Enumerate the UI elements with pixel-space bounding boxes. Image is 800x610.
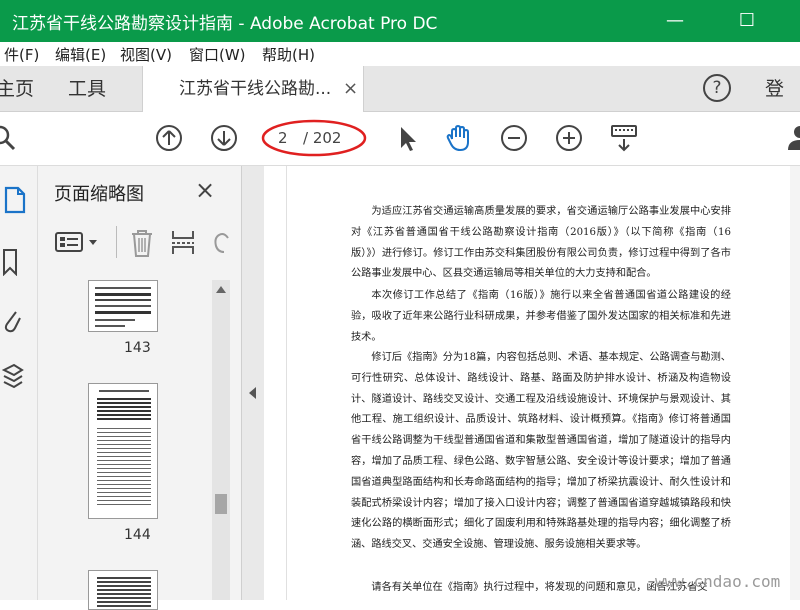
divider [116,226,117,258]
next-page-icon[interactable] [208,122,240,154]
help-icon[interactable]: ? [703,74,731,102]
watermark: www.cndao.com [655,572,781,591]
keyboard-icon[interactable] [608,122,640,154]
page-thumbnails-icon[interactable] [4,186,26,214]
thumbnail-label-144: 144 [124,527,151,543]
title-bar: 江苏省干线公路勘察设计指南 - Adobe Acrobat Pro DC — ☐ [0,0,800,42]
tab-tools[interactable]: 工具 [68,66,106,112]
thumbnail-panel: 页面缩略图 × 143 144 [38,166,242,610]
layers-icon[interactable] [2,362,24,390]
minimize-button[interactable]: — [660,8,690,34]
tab-document[interactable]: 江苏省干线公路勘... × [142,66,364,113]
panel-title: 页面缩略图 [54,184,144,205]
zoom-in-icon[interactable] [553,122,585,154]
menu-help[interactable]: 帮助(H) [262,44,315,65]
thumbnail-page-144[interactable] [88,383,158,519]
tab-bar: 主页 工具 江苏省干线公路勘... × ? 登录 [0,66,800,146]
menu-file[interactable]: 件(F) [4,44,39,65]
scrollbar-thumb[interactable] [215,494,227,514]
left-rail [0,166,38,600]
panel-collapse-handle[interactable] [242,166,264,600]
menu-window[interactable]: 窗口(W) [189,44,246,65]
delete-icon[interactable] [129,228,155,258]
menu-edit[interactable]: 编辑(E) [55,44,106,65]
document-paragraph-2: 本次修订工作总结了《指南（16版）》施行以来全省普通国省道公路建设的经验，吸收了… [351,290,731,343]
menu-bar: 件(F) 编辑(E) 视图(V) 窗口(W) 帮助(H) [0,42,800,66]
tab-document-label: 江苏省干线公路勘... [179,79,332,99]
document-scrollbar[interactable] [790,166,800,600]
options-menu-icon[interactable] [54,230,100,254]
thumbnail-page-next[interactable] [88,570,158,610]
scroll-up-icon[interactable] [215,284,227,294]
document-paragraph-1: 为适应江苏省交通运输高质量发展的要求，省交通运输厅公路事业发展中心安排对《江苏省… [351,206,731,280]
extract-pages-icon[interactable] [170,228,196,258]
zoom-out-icon[interactable] [498,122,530,154]
collapse-arrow-icon[interactable] [247,386,257,400]
login-button[interactable]: 登录 [765,66,800,146]
maximize-button[interactable]: ☐ [732,8,762,34]
select-cursor-icon[interactable] [393,122,425,154]
toolbar [0,112,800,166]
thumbnail-page-143[interactable] [88,280,158,332]
document-paragraph-3: 修订后《指南》分为18篇，内容包括总则、术语、基本规定、公路调查与勘测、可行性研… [351,352,731,551]
rotate-icon[interactable] [210,228,232,258]
menu-view[interactable]: 视图(V) [120,44,172,65]
thumbnail-label-143: 143 [124,340,151,356]
panel-close-button[interactable]: × [195,176,215,204]
hand-tool-icon[interactable] [443,122,475,154]
bookmark-icon[interactable] [2,248,18,276]
window-title: 江苏省干线公路勘察设计指南 - Adobe Acrobat Pro DC [12,14,438,34]
attachment-icon[interactable] [2,306,22,334]
annotation-ellipse [261,119,367,157]
previous-page-icon[interactable] [153,122,185,154]
comment-icon[interactable] [784,122,800,154]
document-view[interactable]: 为适应江苏省交通运输高质量发展的要求，省交通运输厅公路事业发展中心安排对《江苏省… [264,166,800,600]
scrollbar-track[interactable] [212,280,230,600]
tab-close-button[interactable]: × [343,66,358,112]
tab-home[interactable]: 主页 [0,66,34,112]
search-icon[interactable] [0,122,20,154]
